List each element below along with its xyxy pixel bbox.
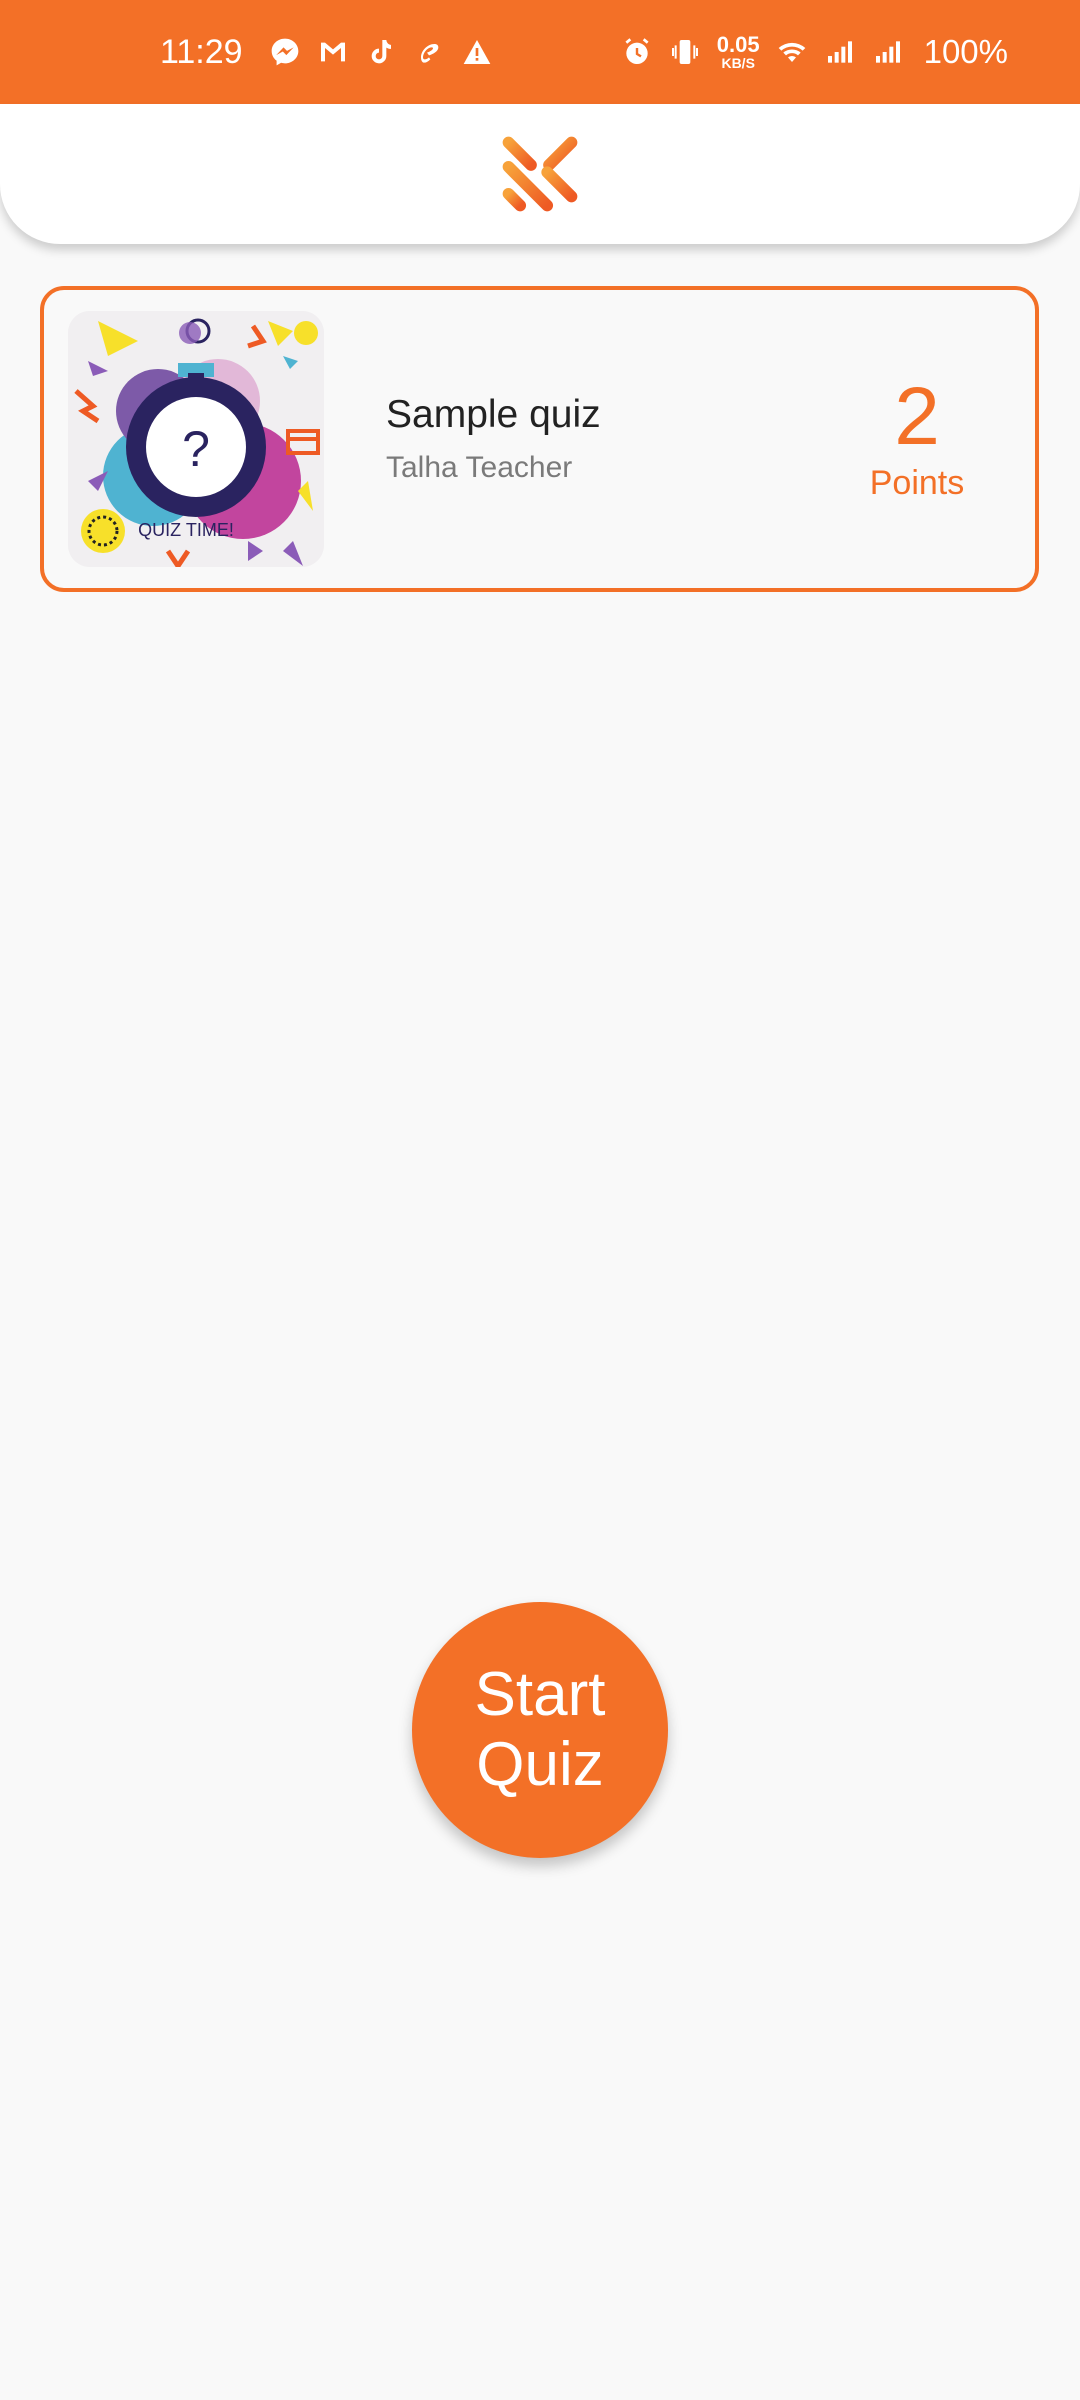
quiz-thumb-label: QUIZ TIME! xyxy=(138,520,234,540)
net-speed: 0.05 KB/S xyxy=(716,32,760,71)
start-quiz-line2: Quiz xyxy=(476,1730,604,1799)
status-left: 11:29 xyxy=(160,33,493,72)
start-quiz-button[interactable]: Start Quiz xyxy=(412,1602,668,1858)
quiz-info: Sample quiz Talha Teacher xyxy=(386,393,827,485)
status-bar: 11:29 0.05 KB/S 100% xyxy=(0,0,1080,104)
points-label: Points xyxy=(869,463,965,502)
net-speed-unit: KB/S xyxy=(721,55,755,71)
quiz-author: Talha Teacher xyxy=(386,451,573,484)
app-header xyxy=(0,104,1080,244)
quiz-time-illustration: ? QUIZ TIME! xyxy=(68,311,324,567)
airtel-icon xyxy=(413,36,445,68)
signal-icon xyxy=(872,36,904,68)
signal-icon xyxy=(824,36,856,68)
points-value: 2 xyxy=(894,370,940,462)
app-logo-icon xyxy=(502,136,578,212)
status-right: 0.05 KB/S 100% xyxy=(621,33,1008,71)
tiktok-icon xyxy=(365,36,397,68)
start-quiz-line1: Start xyxy=(474,1659,606,1729)
quiz-thumbnail: ? QUIZ TIME! xyxy=(68,311,324,567)
wifi-icon xyxy=(776,36,808,68)
gmail-icon xyxy=(317,36,349,68)
quiz-card[interactable]: ? QUIZ TIME! Sample quiz Talha Teacher 2… xyxy=(40,286,1039,592)
net-speed-value: 0.05 xyxy=(716,32,760,57)
warning-icon xyxy=(461,36,493,68)
battery-percent: 100% xyxy=(923,33,1008,70)
alarm-icon xyxy=(621,36,653,68)
quiz-thumb-symbol: ? xyxy=(182,421,210,477)
quiz-title: Sample quiz xyxy=(386,393,601,436)
vibrate-icon xyxy=(669,36,701,68)
messenger-icon xyxy=(269,36,301,68)
quiz-points: 2 Points xyxy=(827,370,1007,503)
status-time: 11:29 xyxy=(160,32,243,71)
